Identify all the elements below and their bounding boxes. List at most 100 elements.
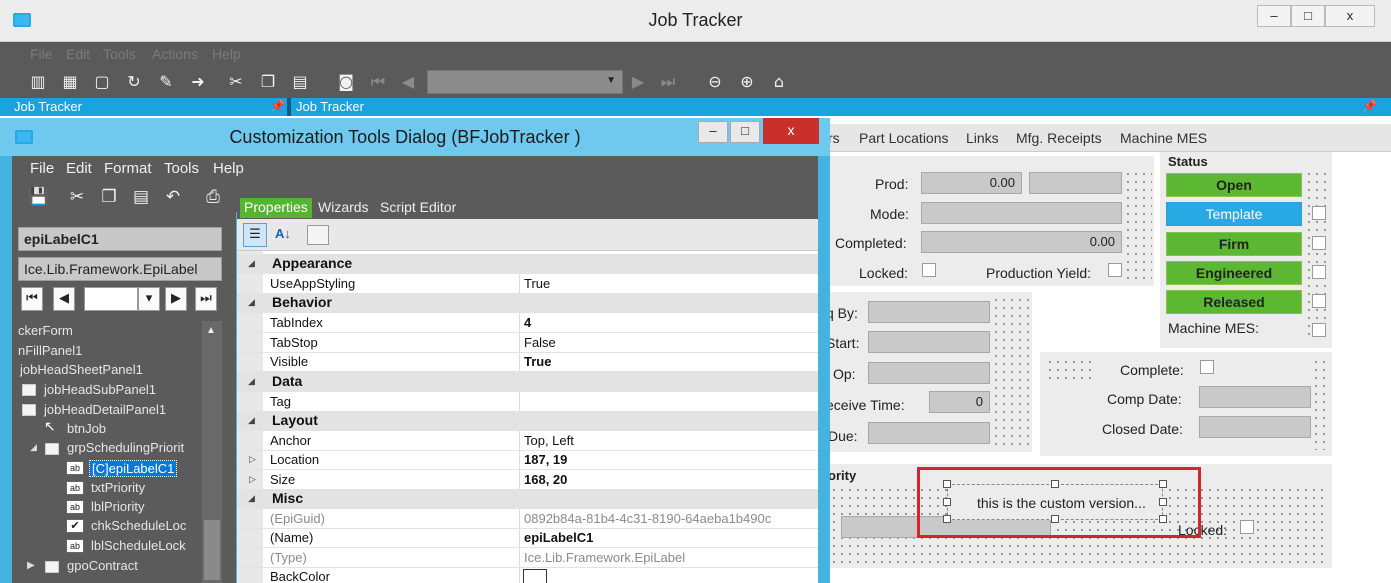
collapse-arrow-icon[interactable]: ◢: [248, 297, 255, 308]
tab-script-editor[interactable]: Script Editor: [376, 198, 460, 218]
mode-field[interactable]: [921, 202, 1122, 224]
collapse-arrow-icon[interactable]: ◢: [248, 493, 255, 504]
dialog-minimize-button[interactable]: –: [698, 121, 728, 143]
tab-links[interactable]: Links: [966, 130, 999, 146]
copy-icon[interactable]: ❐: [258, 72, 278, 92]
tab-job-tracker-1[interactable]: Job Tracker: [14, 99, 82, 114]
pin-icon[interactable]: 📌: [270, 99, 285, 113]
tree-node[interactable]: txtPriority: [91, 480, 145, 495]
start-date-field[interactable]: [868, 331, 990, 353]
dialog-menu-format[interactable]: Format: [104, 160, 152, 177]
property-value[interactable]: False: [524, 335, 556, 350]
tree-node[interactable]: nFillPanel1: [18, 343, 82, 358]
dialog-menu-file[interactable]: File: [30, 160, 54, 177]
new-icon[interactable]: ▢: [92, 72, 112, 92]
close-button[interactable]: x: [1325, 5, 1375, 27]
locked-checkbox[interactable]: [922, 263, 936, 277]
property-value[interactable]: 4: [524, 315, 531, 330]
dialog-menu-tools[interactable]: Tools: [164, 160, 199, 177]
collapse-arrow-icon[interactable]: ◢: [248, 376, 255, 387]
property-value[interactable]: True: [524, 276, 550, 291]
record-nav-field[interactable]: [84, 287, 138, 311]
last-record-icon[interactable]: ⏭: [195, 287, 217, 311]
menu-file[interactable]: File: [30, 46, 53, 62]
print-icon[interactable]: ⎙: [202, 187, 224, 207]
categorized-icon[interactable]: ☰: [243, 223, 267, 247]
property-value[interactable]: 168, 20: [524, 472, 567, 487]
chevron-down-icon[interactable]: ▾: [138, 287, 160, 311]
minimize-button[interactable]: –: [1257, 5, 1291, 27]
category-row[interactable]: [237, 372, 818, 392]
status-released-button[interactable]: Released: [1166, 290, 1302, 314]
refresh-icon[interactable]: ↻: [124, 72, 144, 92]
receive-time-field[interactable]: 0: [929, 391, 990, 413]
status-engineered-button[interactable]: Engineered: [1166, 261, 1302, 285]
dialog-maximize-button[interactable]: □: [730, 121, 760, 143]
tab-wizards[interactable]: Wizards: [314, 198, 373, 218]
status-open-button[interactable]: Open: [1166, 173, 1302, 197]
paste-icon[interactable]: ▤: [290, 72, 310, 92]
record-navigation-combo[interactable]: ▼: [427, 70, 623, 94]
first-record-icon[interactable]: ⏮: [368, 72, 388, 92]
paste-icon[interactable]: ▤: [130, 187, 152, 207]
last-record-icon[interactable]: ⏭: [658, 72, 678, 92]
category-row[interactable]: [237, 489, 818, 509]
save-icon[interactable]: 💾: [28, 187, 50, 207]
tree-node[interactable]: lblScheduleLock: [91, 538, 186, 553]
category-row[interactable]: [237, 411, 818, 431]
pin-icon[interactable]: 📌: [1362, 99, 1377, 113]
open-icon[interactable]: ▥: [28, 72, 48, 92]
status-template-button[interactable]: Template: [1166, 202, 1302, 226]
prod-uom-field[interactable]: [1029, 172, 1122, 194]
first-record-icon[interactable]: ⏮: [21, 287, 43, 311]
forward-icon[interactable]: ⊕: [737, 72, 757, 92]
next-icon[interactable]: ➜: [188, 72, 208, 92]
expand-arrow-icon[interactable]: ▷: [249, 454, 256, 465]
menu-help[interactable]: Help: [212, 46, 241, 62]
expand-arrow-icon[interactable]: ▶: [27, 560, 35, 571]
property-pages-icon[interactable]: [307, 225, 329, 245]
property-value[interactable]: epiLabelC1: [524, 530, 593, 545]
tree-node[interactable]: chkScheduleLoc: [91, 518, 186, 533]
home-icon[interactable]: ⌂: [769, 72, 789, 92]
property-row[interactable]: [237, 392, 818, 412]
tree-node[interactable]: gpoContract: [67, 558, 138, 573]
prod-field[interactable]: 0.00: [921, 172, 1022, 194]
comp-date-field[interactable]: [1199, 386, 1311, 408]
tree-scroll-thumb[interactable]: [204, 520, 220, 580]
color-swatch[interactable]: [523, 569, 547, 583]
machine-mes-checkbox[interactable]: [1312, 323, 1326, 337]
property-value[interactable]: 0892b84a-81b4-4c31-8190-64aeba1b490c: [524, 511, 771, 526]
tree-node[interactable]: grpSchedulingPriorit: [67, 440, 184, 455]
tab-mfg-receipts[interactable]: Mfg. Receipts: [1016, 130, 1102, 146]
released-checkbox[interactable]: [1312, 294, 1326, 308]
undo-icon[interactable]: ↶: [162, 187, 184, 207]
selected-control-field[interactable]: epiLabelC1: [18, 227, 222, 251]
due-date-field[interactable]: [868, 422, 990, 444]
expand-arrow-icon[interactable]: ▷: [249, 474, 256, 485]
dialog-close-button[interactable]: x: [763, 118, 819, 144]
template-checkbox[interactable]: [1312, 206, 1326, 220]
binoculars-icon[interactable]: ◙: [336, 72, 356, 92]
cut-icon[interactable]: ✂: [66, 187, 88, 207]
tab-part-locations[interactable]: Part Locations: [859, 130, 949, 146]
tree-node[interactable]: jobHeadDetailPanel1: [44, 402, 166, 417]
dialog-menu-edit[interactable]: Edit: [66, 160, 92, 177]
engineered-checkbox[interactable]: [1312, 265, 1326, 279]
copy-icon[interactable]: ❐: [98, 187, 120, 207]
schedule-locked-checkbox[interactable]: [1240, 520, 1254, 534]
firm-checkbox[interactable]: [1312, 236, 1326, 250]
prev-record-icon[interactable]: ◀: [53, 287, 75, 311]
prev-record-icon[interactable]: ◀: [398, 72, 418, 92]
property-value[interactable]: Top, Left: [524, 433, 574, 448]
next-record-icon[interactable]: ▶: [165, 287, 187, 311]
property-value[interactable]: 187, 19: [524, 452, 567, 467]
clear-icon[interactable]: ✎: [156, 72, 176, 92]
property-value[interactable]: Ice.Lib.Framework.EpiLabel: [524, 550, 685, 565]
tree-node-selected[interactable]: [C]epiLabelC1: [89, 460, 178, 477]
tree-node[interactable]: lblPriority: [91, 499, 144, 514]
closed-date-field[interactable]: [1199, 416, 1311, 438]
status-firm-button[interactable]: Firm: [1166, 232, 1302, 256]
collapse-arrow-icon[interactable]: ◢: [248, 415, 255, 426]
back-icon[interactable]: ⊖: [705, 72, 725, 92]
